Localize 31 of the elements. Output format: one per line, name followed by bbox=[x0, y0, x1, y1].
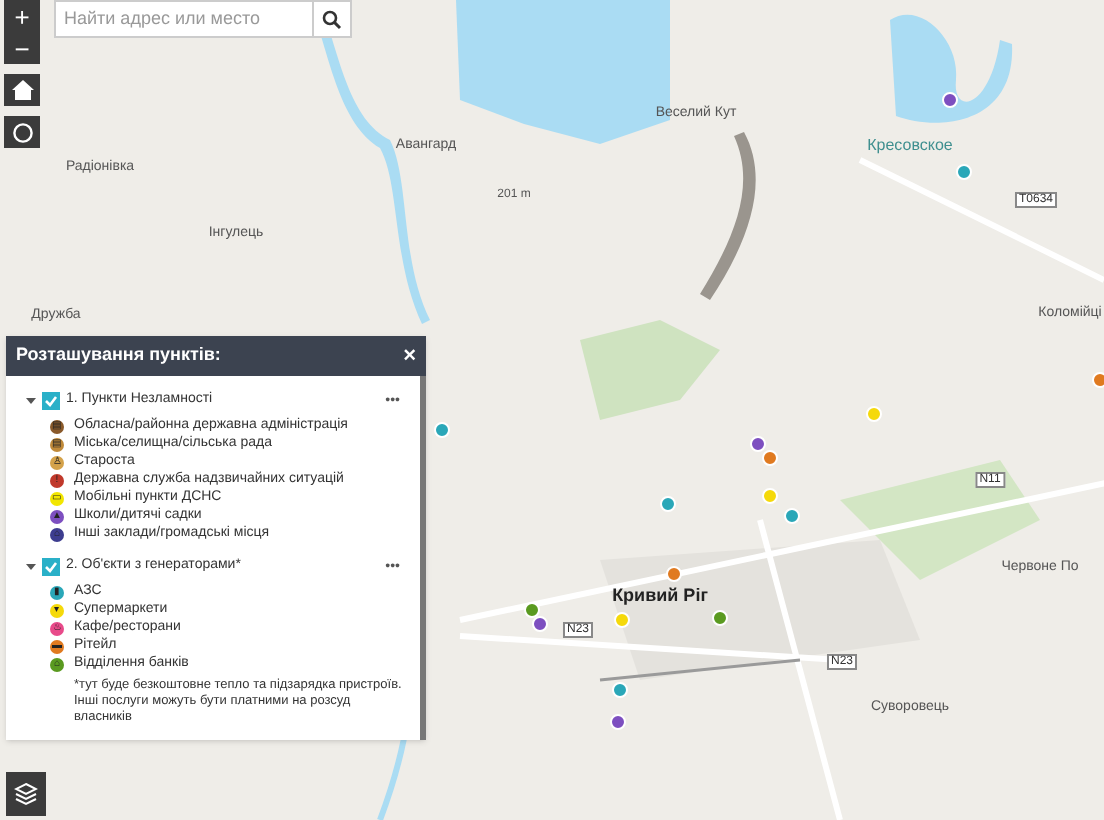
place-label: Кресовское bbox=[867, 134, 953, 158]
map-marker[interactable] bbox=[762, 450, 778, 466]
expand-caret-icon[interactable] bbox=[26, 561, 36, 571]
map-marker[interactable] bbox=[660, 496, 676, 512]
layers-button[interactable] bbox=[6, 772, 46, 816]
search-icon bbox=[322, 9, 342, 29]
expand-caret-icon[interactable] bbox=[26, 395, 36, 405]
map-marker[interactable] bbox=[1092, 372, 1104, 388]
locate-icon bbox=[11, 121, 33, 143]
panel-title: Розташування пунктів: bbox=[16, 342, 221, 369]
search-input[interactable]: Найти адрес или место bbox=[56, 2, 312, 36]
map-marker[interactable] bbox=[532, 616, 548, 632]
map-marker[interactable] bbox=[866, 406, 882, 422]
map-marker[interactable] bbox=[614, 612, 630, 628]
map-marker[interactable] bbox=[610, 714, 626, 730]
map-marker[interactable] bbox=[434, 422, 450, 438]
home-icon bbox=[11, 80, 33, 100]
map-marker[interactable] bbox=[524, 602, 540, 618]
locate-button[interactable] bbox=[4, 116, 40, 148]
layer-checkbox[interactable] bbox=[42, 391, 60, 409]
map-marker[interactable] bbox=[956, 164, 972, 180]
layer-checkbox[interactable] bbox=[42, 557, 60, 575]
layers-icon bbox=[14, 782, 38, 806]
search-field[interactable]: Найти адрес или место bbox=[54, 0, 352, 38]
map-marker[interactable] bbox=[762, 488, 778, 504]
home-button[interactable] bbox=[4, 74, 40, 106]
close-button[interactable]: × bbox=[403, 345, 416, 367]
map-marker[interactable] bbox=[784, 508, 800, 524]
map-marker[interactable] bbox=[612, 682, 628, 698]
map-marker[interactable] bbox=[750, 436, 766, 452]
place-label: Кривий Ріг bbox=[612, 582, 708, 609]
